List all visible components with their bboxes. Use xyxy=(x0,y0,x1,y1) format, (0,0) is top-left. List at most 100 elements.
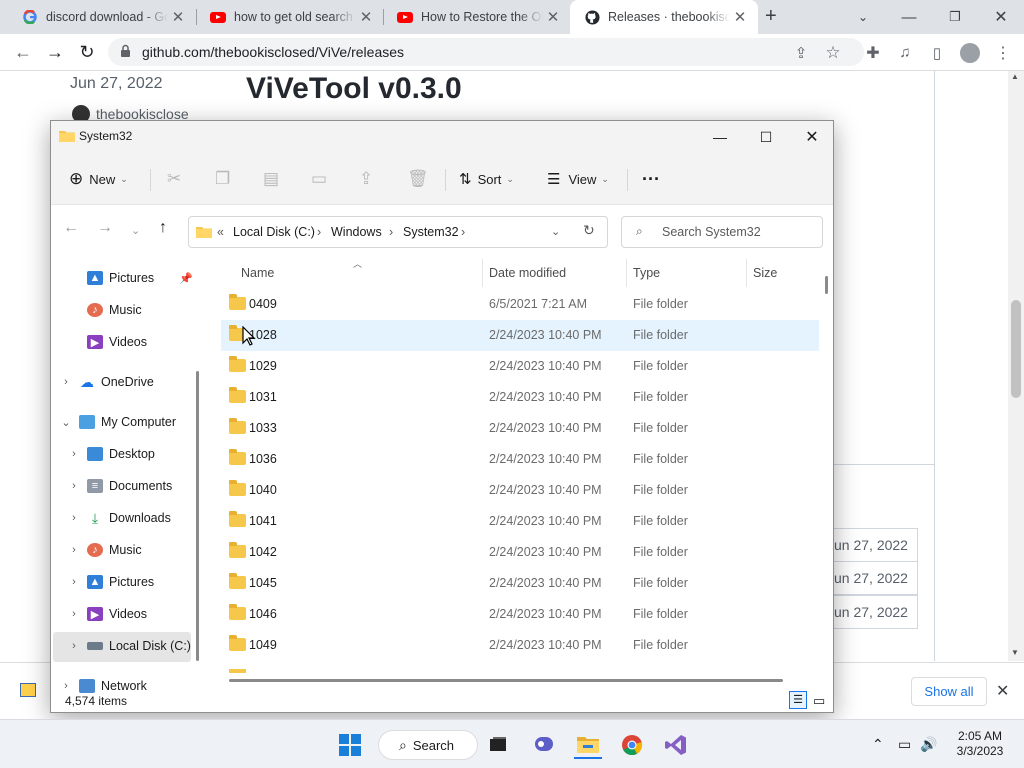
file-explorer-taskbar-icon[interactable] xyxy=(574,731,602,759)
chevron-right-icon[interactable]: › xyxy=(67,512,81,524)
file-row[interactable]: 1049 2/24/2023 10:40 PM File folder xyxy=(221,630,819,661)
chevron-right-icon[interactable]: › xyxy=(67,480,81,492)
forward-arrow-icon[interactable]: → xyxy=(40,34,70,71)
release-title[interactable]: ViVeTool v0.3.0 xyxy=(246,72,462,106)
chevron-right-icon[interactable]: › xyxy=(67,544,81,556)
column-divider[interactable] xyxy=(626,259,627,287)
file-list-horizontal-scrollbar[interactable] xyxy=(229,679,783,682)
explorer-minimize-icon[interactable]: — xyxy=(697,121,743,153)
browser-tab-1[interactable]: discord download - Go ✕ xyxy=(8,0,196,34)
reload-icon[interactable]: ↻ xyxy=(72,34,102,71)
show-all-downloads-button[interactable]: Show all xyxy=(911,677,987,706)
nav-item-local-disk[interactable]: › Local Disk (C:) xyxy=(53,632,193,660)
column-header-size[interactable]: Size xyxy=(753,266,777,280)
more-options-icon[interactable]: ··· xyxy=(642,167,660,191)
breadcrumb-chevron-icon[interactable]: › xyxy=(317,225,321,239)
file-row[interactable]: 1036 2/24/2023 10:40 PM File folder xyxy=(221,444,819,475)
file-row[interactable]: 1029 2/24/2023 10:40 PM File folder xyxy=(221,351,819,382)
chrome-taskbar-icon[interactable] xyxy=(618,731,646,759)
paste-icon[interactable]: ▤ xyxy=(263,167,279,191)
file-row[interactable]: 1031 2/24/2023 10:40 PM File folder xyxy=(221,382,819,413)
chevron-down-icon[interactable]: ⌄ xyxy=(59,416,73,429)
breadcrumb-windows[interactable]: Windows xyxy=(331,225,382,239)
url-text[interactable]: github.com/thebookisclosed/ViVe/releases xyxy=(142,44,404,60)
address-history-chevron-icon[interactable]: ⌄ xyxy=(551,225,560,238)
download-file-icon[interactable] xyxy=(20,683,36,697)
teams-chat-icon[interactable] xyxy=(530,731,558,759)
explorer-maximize-icon[interactable]: ☐ xyxy=(743,121,789,153)
browser-tab-4-active[interactable]: Releases · thebookisclo ✕ xyxy=(570,0,758,34)
file-row[interactable]: 0409 6/5/2021 7:21 AM File folder xyxy=(221,289,819,320)
taskbar-search-button[interactable]: ⌕ Search xyxy=(378,730,478,760)
task-view-icon[interactable] xyxy=(484,731,512,759)
close-tab-icon[interactable]: ✕ xyxy=(543,8,563,26)
volume-icon[interactable]: 🔊 xyxy=(920,736,937,753)
nav-item-documents[interactable]: › ≡ Documents xyxy=(53,472,193,500)
new-tab-icon[interactable]: + xyxy=(765,5,777,28)
refresh-icon[interactable]: ↻ xyxy=(583,222,595,239)
file-row[interactable]: 1045 2/24/2023 10:40 PM File folder xyxy=(221,568,819,599)
rename-icon[interactable]: ▭ xyxy=(311,167,327,191)
share-icon[interactable]: ⇪ xyxy=(359,167,373,191)
search-placeholder[interactable]: Search System32 xyxy=(662,225,761,239)
column-divider[interactable] xyxy=(746,259,747,287)
nav-item-downloads[interactable]: › ⤓ Downloads xyxy=(53,504,193,532)
copy-icon[interactable]: ❐ xyxy=(215,167,230,191)
file-row[interactable]: 1041 2/24/2023 10:40 PM File folder xyxy=(221,506,819,537)
nav-item-desktop[interactable]: › Desktop xyxy=(53,440,193,468)
browser-tab-3[interactable]: How to Restore the Ol ✕ xyxy=(383,0,571,34)
profile-avatar-icon[interactable] xyxy=(960,43,980,63)
close-downloads-bar-icon[interactable]: ✕ xyxy=(996,681,1009,701)
file-row[interactable]: 1046 2/24/2023 10:40 PM File folder xyxy=(221,599,819,630)
tiles-view-icon[interactable]: ▭ xyxy=(813,693,825,709)
chevron-right-icon[interactable]: › xyxy=(67,448,81,460)
column-divider[interactable] xyxy=(482,259,483,287)
chevron-right-icon[interactable]: › xyxy=(59,376,73,388)
file-list-vertical-scrollbar[interactable] xyxy=(825,276,828,294)
media-control-icon[interactable]: ♫ xyxy=(890,34,920,71)
scroll-up-icon[interactable]: ▲ xyxy=(1011,72,1019,81)
new-button[interactable]: ⊕ New ⌄ xyxy=(69,167,128,191)
column-header-name[interactable]: Name xyxy=(241,266,274,280)
windows-start-icon[interactable] xyxy=(336,731,364,759)
file-row[interactable]: 1042 2/24/2023 10:40 PM File folder xyxy=(221,537,819,568)
view-button[interactable]: ☰ View ⌄ xyxy=(547,167,609,191)
extensions-puzzle-icon[interactable]: ✚ xyxy=(858,34,888,71)
up-arrow-icon[interactable]: ↑ xyxy=(159,219,167,237)
close-tab-icon[interactable]: ✕ xyxy=(168,8,188,26)
browser-tab-2[interactable]: how to get old search f ✕ xyxy=(196,0,384,34)
chevron-right-icon[interactable]: › xyxy=(67,608,81,620)
close-window-icon[interactable]: ✕ xyxy=(978,0,1024,34)
file-row[interactable]: 1040 2/24/2023 10:40 PM File folder xyxy=(221,475,819,506)
chevron-right-icon[interactable]: › xyxy=(67,640,81,652)
forward-arrow-icon[interactable]: → xyxy=(97,219,113,237)
bookmark-star-icon[interactable]: ☆ xyxy=(818,34,848,71)
breadcrumb-overflow-icon[interactable]: « xyxy=(217,225,224,239)
chevron-right-icon[interactable]: › xyxy=(67,576,81,588)
search-box[interactable]: ⌕ Search System32 xyxy=(621,216,823,248)
minimize-icon[interactable]: — xyxy=(886,0,932,34)
cut-icon[interactable]: ✂ xyxy=(167,167,181,191)
explorer-close-icon[interactable]: ✕ xyxy=(789,121,833,153)
visual-studio-taskbar-icon[interactable] xyxy=(662,731,690,759)
breadcrumb-chevron-icon[interactable]: › xyxy=(461,225,465,239)
column-header-type[interactable]: Type xyxy=(633,266,660,280)
side-panel-icon[interactable]: ▯ xyxy=(922,34,952,71)
file-row[interactable]: 1033 2/24/2023 10:40 PM File folder xyxy=(221,413,819,444)
taskbar-clock[interactable]: 2:05 AM 3/3/2023 xyxy=(940,729,1020,759)
chevron-right-icon[interactable]: › xyxy=(59,680,73,692)
nav-pane-scrollbar[interactable] xyxy=(196,371,199,661)
scroll-down-icon[interactable]: ▼ xyxy=(1011,648,1019,657)
pin-icon[interactable]: 📌 xyxy=(179,272,193,285)
breadcrumb-chevron-icon[interactable]: › xyxy=(389,225,393,239)
back-arrow-icon[interactable]: ← xyxy=(8,34,38,71)
menu-kebab-icon[interactable]: ⋮ xyxy=(988,34,1018,71)
nav-item-pictures-2[interactable]: › ▲ Pictures xyxy=(53,568,193,596)
column-header-date[interactable]: Date modified xyxy=(489,266,566,280)
nav-item-my-computer[interactable]: ⌄ My Computer xyxy=(53,408,193,436)
breadcrumb-local-disk[interactable]: Local Disk (C:) xyxy=(233,225,315,239)
tab-search-chevron-icon[interactable]: ⌄ xyxy=(840,0,886,34)
breadcrumb-system32[interactable]: System32 xyxy=(403,225,459,239)
sort-button[interactable]: ⇅ Sort ⌄ xyxy=(459,167,514,191)
share-icon[interactable]: ⇪ xyxy=(786,34,816,71)
